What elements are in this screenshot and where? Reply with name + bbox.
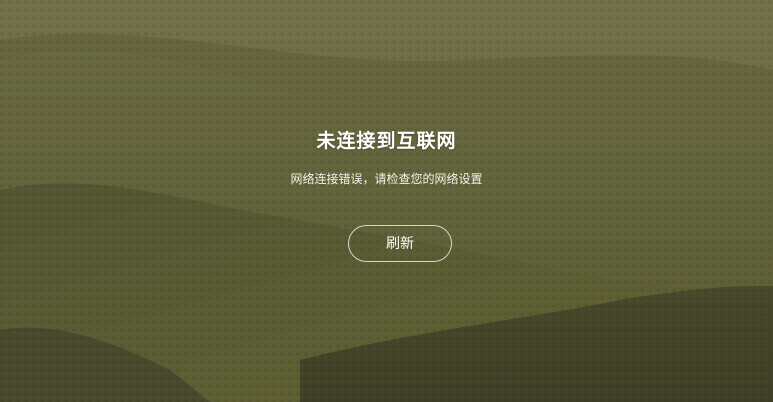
error-message: 网络连接错误，请检查您的网络设置 (290, 172, 483, 186)
error-panel: 未连接到互联网 网络连接错误，请检查您的网络设置 刷新 (0, 0, 773, 402)
error-title: 未连接到互联网 (316, 130, 457, 152)
refresh-button[interactable]: 刷新 (348, 225, 452, 262)
